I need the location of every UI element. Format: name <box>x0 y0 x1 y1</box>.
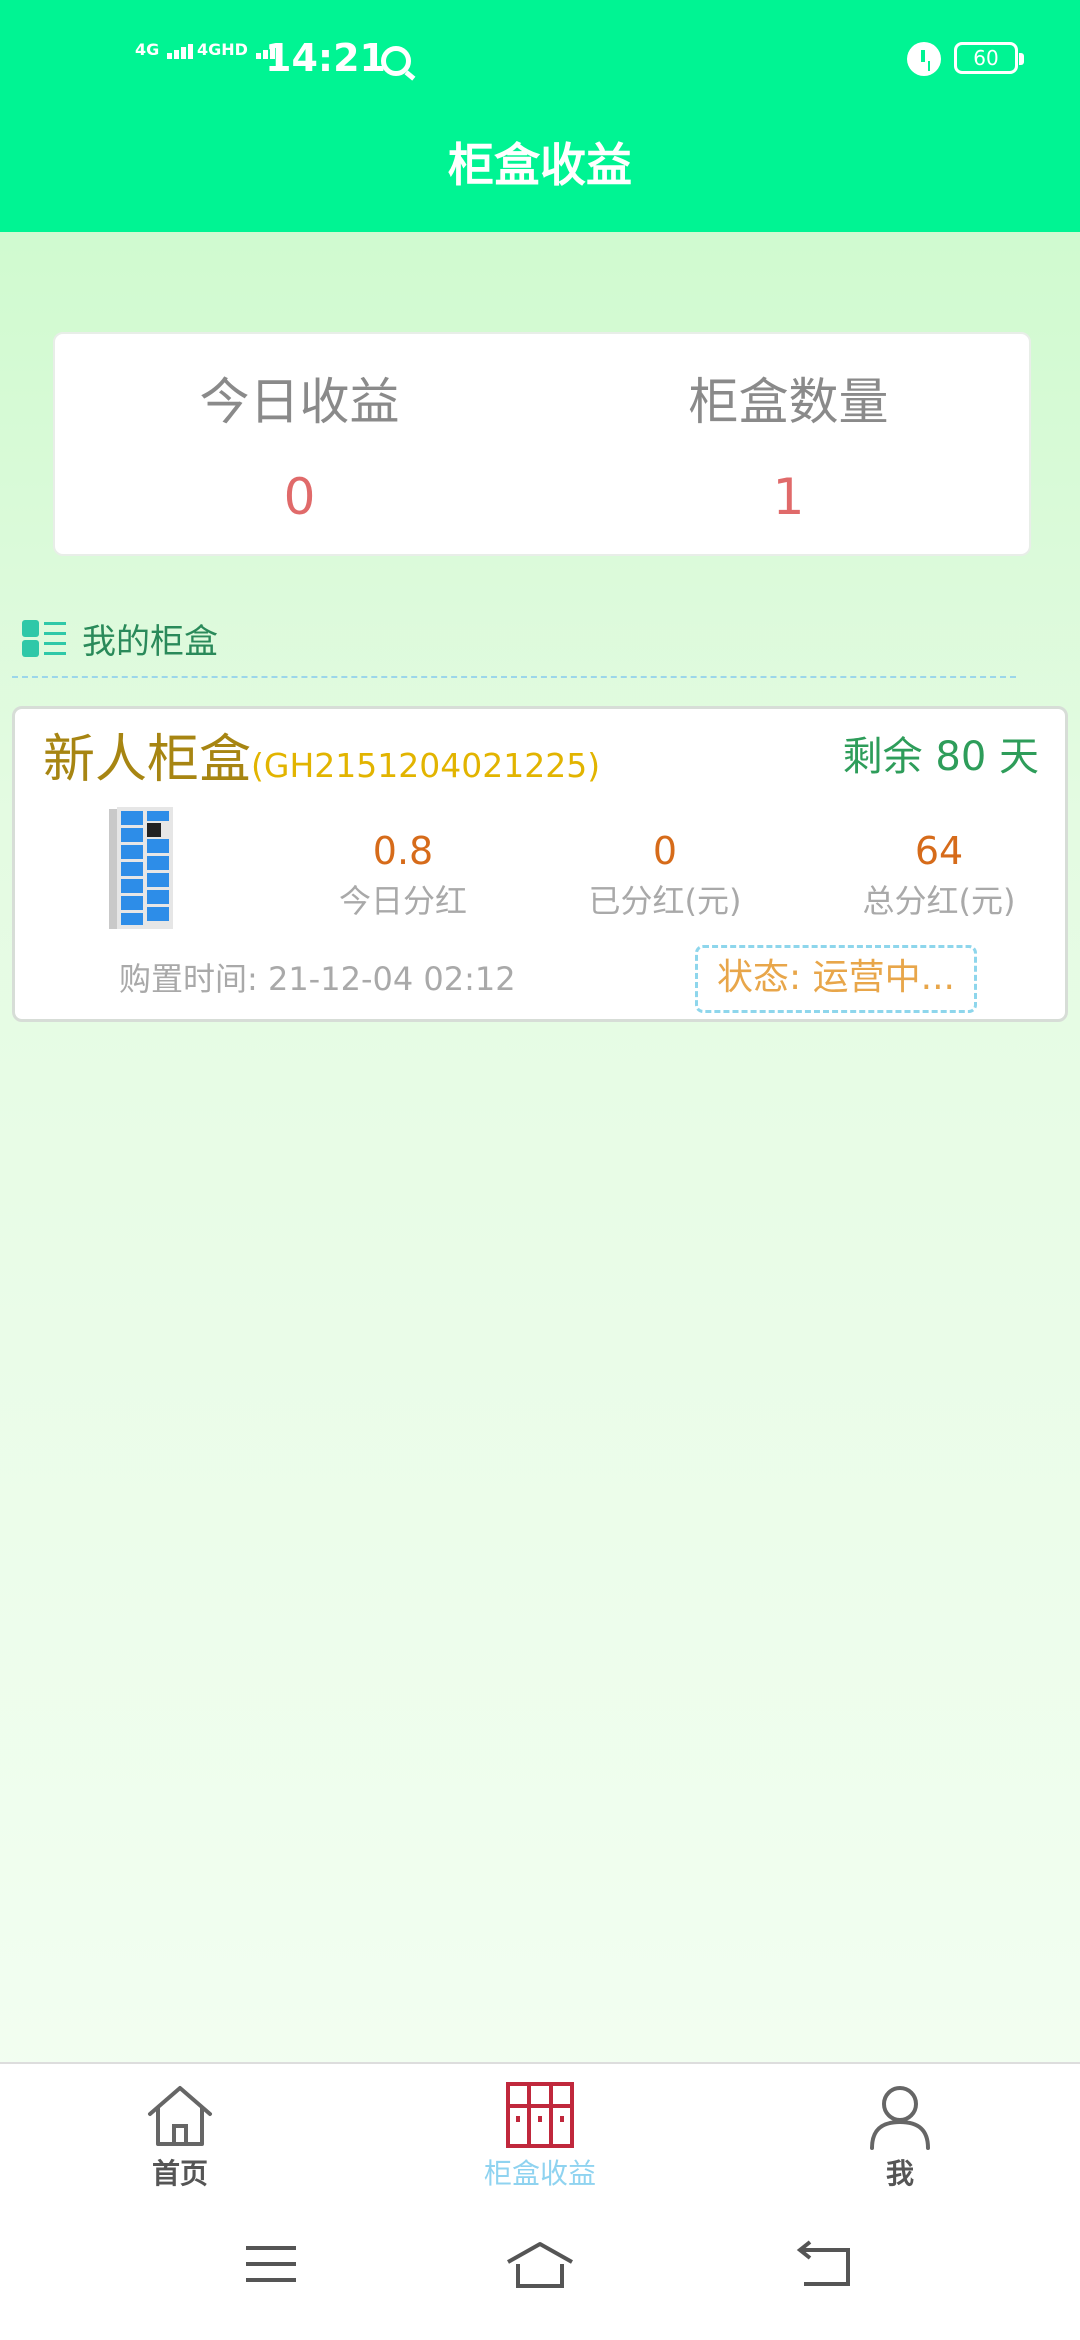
locker-icon <box>107 805 177 933</box>
home-icon <box>148 2086 212 2146</box>
user-icon <box>870 2086 930 2150</box>
home-nav-icon[interactable] <box>500 2236 580 2296</box>
stat-value: 64 <box>914 829 964 873</box>
status-bar: 4G 4GHD 14:21 60 <box>0 30 1080 90</box>
stat-total-dividend: 64 总分红(元) <box>829 825 1049 925</box>
clock: 14:21 <box>265 36 386 80</box>
tab-box-income[interactable]: 柜盒收益 <box>440 2082 640 2194</box>
stat-label: 总分红(元) <box>862 882 1016 920</box>
battery-icon: 60 <box>954 42 1024 74</box>
stat-today-dividend: 0.8 今日分红 <box>293 825 513 925</box>
locker-grid-icon <box>506 2082 574 2148</box>
box-card[interactable]: 新人柜盒(GH2151204021225) 剩余 80 天 0.8 今日分红 0… <box>12 706 1068 1022</box>
tab-label: 柜盒收益 <box>483 2157 596 2190</box>
tab-label: 首页 <box>151 2157 208 2190</box>
section-title: 我的柜盒 <box>82 622 218 662</box>
stat-value: 0.8 <box>372 829 434 873</box>
box-count-label: 柜盒数量 <box>688 373 889 431</box>
signal-bars-icon <box>166 40 195 59</box>
network-type-label: 4G <box>135 40 160 59</box>
stat-paid-dividend: 0 已分红(元) <box>555 825 775 925</box>
list-icon <box>22 618 68 658</box>
tab-me[interactable]: 我 <box>800 2082 1000 2194</box>
network-type-label: 4GHD <box>197 40 248 59</box>
remaining-days: 剩余 80 天 <box>842 734 1039 780</box>
alarm-icon <box>907 42 941 76</box>
signal-indicator-1: 4G <box>135 40 195 59</box>
status-badge[interactable]: 状态: 运营中... <box>695 945 977 1013</box>
box-count-value: 1 <box>772 468 805 526</box>
today-income-label: 今日收益 <box>199 373 400 431</box>
today-income-value: 0 <box>283 468 316 526</box>
box-name: 新人柜盒 <box>43 730 252 790</box>
stat-label: 今日分红 <box>338 882 467 920</box>
app-header: 4G 4GHD 14:21 60 柜盒收益 <box>0 0 1080 232</box>
q-app-icon <box>381 46 411 76</box>
stat-value: 0 <box>652 829 678 873</box>
box-count-block[interactable]: 柜盒数量 1 <box>544 368 1033 528</box>
box-code: (GH2151204021225) <box>251 746 601 785</box>
section-divider <box>12 676 1016 678</box>
today-income-block[interactable]: 今日收益 0 <box>55 368 544 528</box>
back-icon[interactable] <box>784 2236 864 2296</box>
box-name-line: 新人柜盒(GH2151204021225) <box>43 723 600 803</box>
stat-label: 已分红(元) <box>588 882 742 920</box>
system-nav-bar <box>0 2210 1080 2340</box>
page-title: 柜盒收益 <box>448 138 632 192</box>
purchase-time: 购置时间: 21-12-04 02:12 <box>119 960 516 998</box>
menu-icon[interactable] <box>232 2236 312 2296</box>
income-summary-card: 今日收益 0 柜盒数量 1 <box>53 332 1031 556</box>
tab-label: 我 <box>885 2157 914 2190</box>
tab-home[interactable]: 首页 <box>80 2082 280 2194</box>
